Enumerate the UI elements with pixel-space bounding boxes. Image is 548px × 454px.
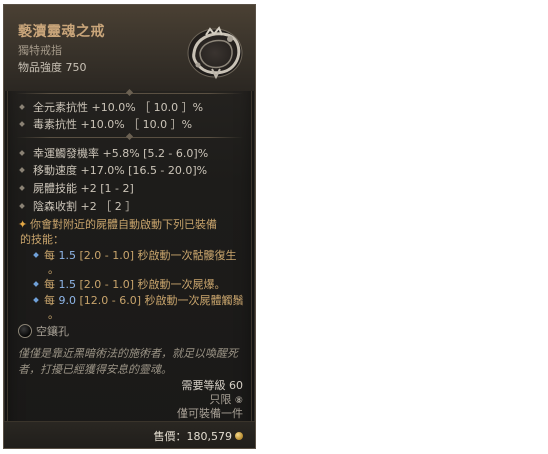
- divider: [16, 132, 243, 141]
- equip-limit: 僅可裝備一件: [177, 407, 243, 420]
- bullet-icon: [19, 185, 25, 191]
- affix-stat: 陰森收割 +2 ［ 2 ］: [19, 198, 136, 214]
- legendary-sub-effect: 每 1.5 [2.0 - 1.0] 秒啟動一次屍爆。: [33, 276, 226, 292]
- item-name: 褻瀆靈魂之戒: [18, 24, 105, 40]
- affix-stat: 移動速度 +17.0% [16.5 - 20.0]%: [19, 162, 207, 178]
- bullet-icon: [33, 297, 39, 303]
- item-type: 獨特戒指: [18, 44, 62, 57]
- bullet-icon: [19, 121, 25, 127]
- affix-stat: 屍體技能 +2 [1 - 2]: [19, 180, 134, 196]
- legendary-sub-effect: 每 9.0 [12.0 - 6.0] 秒啟動一次屍體觸鬚: [33, 292, 244, 308]
- legendary-power: ✦ 你會對附近的屍體自動啟動下列已裝備: [18, 218, 217, 231]
- bullet-icon: [19, 104, 25, 110]
- gold-coin-icon: [235, 432, 243, 440]
- tooltip-footer: 售價：180,579: [4, 421, 255, 448]
- implicit-stat: 毒素抗性 +10.0% ［ 10.0 ］%: [19, 116, 192, 132]
- legendary-sub-cont: 。: [48, 308, 59, 321]
- ring-icon: [187, 26, 243, 80]
- flavor-text: 僅僅是靠近黑暗術法的施術者，就足以喚醒死者，打擾已經獲得安息的靈魂。: [18, 347, 238, 376]
- divider: [16, 88, 243, 97]
- bullet-icon: [19, 203, 25, 209]
- implicit-stat: 全元素抗性 +10.0% ［ 10.0 ］%: [19, 99, 203, 115]
- tooltip-header: 褻瀆靈魂之戒 獨特戒指 物品強度 750: [4, 5, 255, 91]
- empty-socket: 空鑲孔: [18, 323, 69, 339]
- affix-stat: 幸運觸發機率 +5.8% [5.2 - 6.0]%: [19, 145, 208, 161]
- legendary-power-cont: 的技能：: [20, 233, 64, 246]
- legendary-sub-cont: 。: [48, 263, 59, 276]
- item-power: 物品強度 750: [18, 61, 87, 74]
- bullet-icon: [33, 252, 39, 258]
- sell-price: 售價：180,579: [154, 428, 243, 444]
- socket-icon: [18, 324, 32, 338]
- item-tooltip: 褻瀆靈魂之戒 獨特戒指 物品強度 750 全元素抗性 +10.0% ［ 10.0…: [3, 4, 256, 449]
- bullet-icon: [33, 281, 39, 287]
- bullet-icon: [19, 150, 25, 156]
- legendary-star-icon: ✦: [18, 218, 28, 231]
- bullet-icon: [19, 167, 25, 173]
- legendary-sub-effect: 每 1.5 [2.0 - 1.0] 秒啟動一次骷髏復生: [33, 247, 237, 263]
